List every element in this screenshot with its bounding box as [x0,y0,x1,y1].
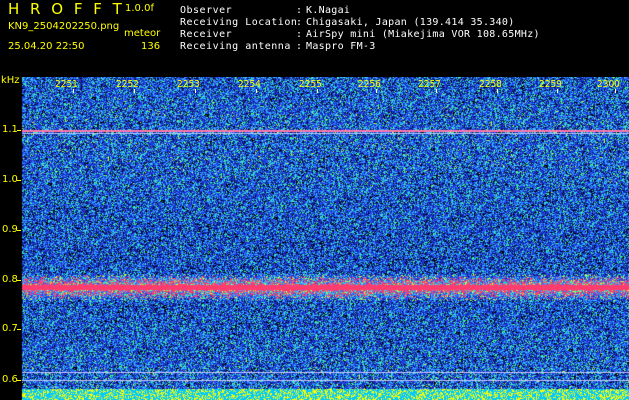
detection-count: 136 [141,41,161,52]
time-tick-mark [256,89,257,93]
timestamp: 25.04.20 22:50 [8,41,85,52]
antenna-colon: : [296,41,303,52]
receiver-value: AirSpy mini (Miakejima VOR 108.65MHz) [306,29,540,40]
time-tick-mark [195,89,196,93]
frequency-tick-label: 0.6 [2,374,18,385]
time-tick-mark [615,89,616,93]
time-tick-label: 2257 [418,79,441,90]
time-tick-label: 2255 [299,79,322,90]
observer-value: K.Nagai [306,5,351,16]
time-tick-label: 2251 [55,79,78,90]
mode-label: meteor [124,28,161,39]
time-tick-label: 2253 [177,79,200,90]
frequency-tick-mark [17,230,21,231]
antenna-value: Maspro FM-3 [306,41,376,52]
frequency-tick-label: 0.8 [2,274,18,285]
time-tick-label: 2258 [479,79,502,90]
frequency-tick-label: 1.1 [2,124,18,135]
time-tick-mark [73,89,74,93]
observer-colon: : [296,5,303,16]
time-tick-mark [317,89,318,93]
frequency-tick-mark [17,280,21,281]
time-tick-mark [497,89,498,93]
location-colon: : [296,17,303,28]
location-value: Chigasaki, Japan (139.414 35.340) [306,17,515,28]
time-tick-label: 2256 [358,79,381,90]
app-title: H R O F F T [8,0,125,18]
receiver-colon: : [296,29,303,40]
time-tick-label: 2259 [539,79,562,90]
time-tick-mark [557,89,558,93]
frequency-tick-mark [17,329,21,330]
time-tick-label: 2254 [238,79,261,90]
antenna-label: Receiving antenna [180,41,291,52]
receiver-label: Receiver [180,29,233,40]
spectrogram-window: H R O F F T 1.0.0f KN9_2504202250.png me… [0,0,629,400]
frequency-tick-mark [17,130,21,131]
time-tick-mark [436,89,437,93]
frequency-unit-label: kHz [1,75,20,86]
time-tick-mark [134,89,135,93]
spectrogram-canvas [20,77,629,400]
time-tick-label: 2300 [597,79,620,90]
time-tick-label: 2252 [116,79,139,90]
time-tick-mark [376,89,377,93]
frequency-tick-label: 0.9 [2,224,18,235]
frequency-tick-mark [17,380,21,381]
image-filename: KN9_2504202250.png [8,21,120,32]
frequency-tick-label: 0.7 [2,323,18,334]
location-label: Receiving Location [180,17,298,28]
observer-label: Observer [180,5,233,16]
frequency-tick-mark [17,180,21,181]
app-version: 1.0.0f [125,3,154,14]
frequency-tick-label: 1.0 [2,174,18,185]
